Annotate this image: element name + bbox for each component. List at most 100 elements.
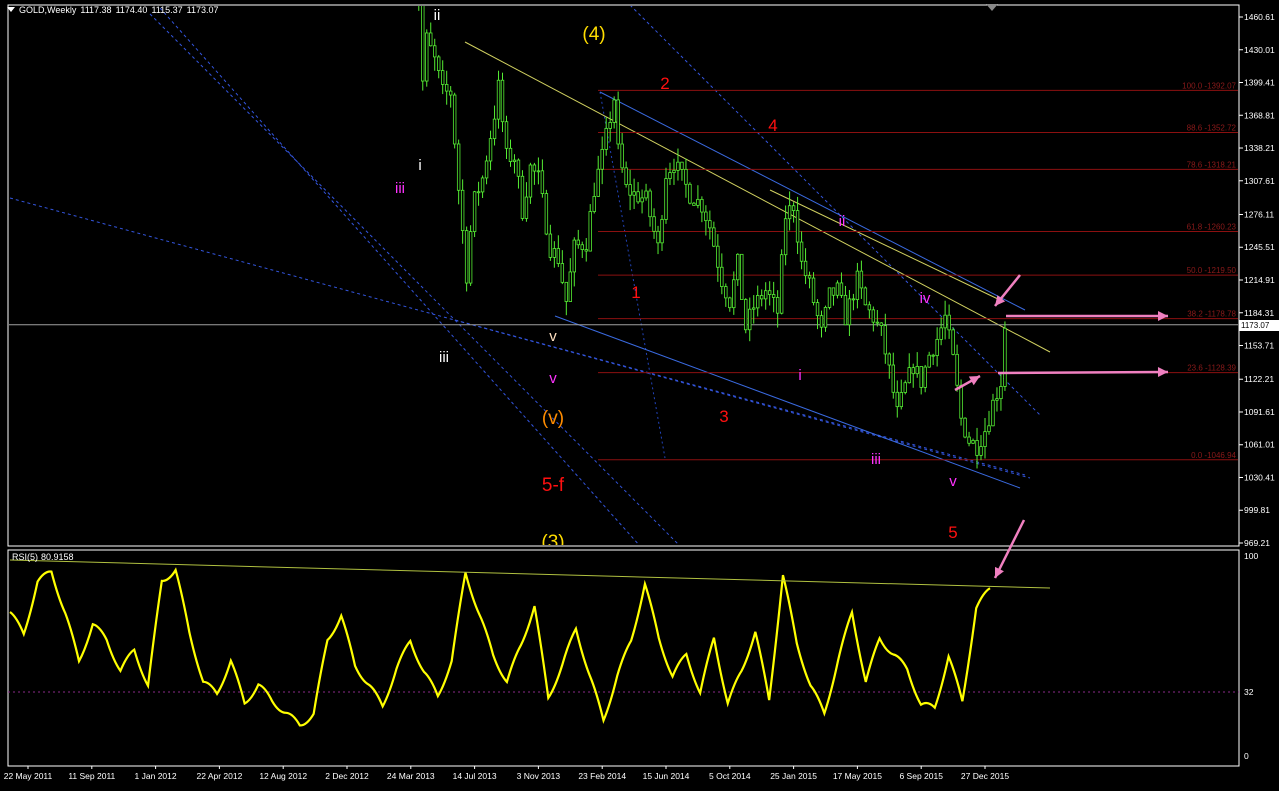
candle [720, 253, 724, 295]
candle [584, 238, 588, 262]
candle-body [740, 253, 744, 300]
price-tick-label: 1030.41 [1244, 472, 1275, 482]
candle [456, 139, 461, 205]
candle-body [943, 314, 947, 329]
candle-body [855, 270, 860, 300]
wave-label: (v) [542, 408, 564, 429]
dropdown-triangle-icon[interactable] [7, 7, 15, 12]
high-value: 1174.40 [115, 5, 148, 15]
candle-body [632, 191, 636, 196]
candle-body [799, 241, 804, 262]
candle-body [863, 287, 868, 306]
fib-level-label: 23.6 -1128.39 [1187, 364, 1236, 373]
candle-body [947, 314, 951, 331]
wave-label: i [798, 367, 801, 384]
trendline [599, 91, 1026, 311]
wave-label: iii [439, 349, 449, 366]
candle [823, 305, 828, 332]
candle-body [975, 440, 979, 456]
candle [931, 353, 935, 366]
candle [572, 237, 576, 287]
candle-body [963, 417, 967, 438]
candle-body [437, 56, 441, 72]
wave-label: 1 [631, 283, 640, 302]
candle-body [688, 183, 692, 204]
candle [756, 285, 760, 317]
arrow-head [1157, 367, 1168, 378]
candle [512, 154, 517, 174]
candle-body [548, 233, 553, 258]
candle [867, 301, 872, 319]
candle-body [951, 329, 955, 355]
candle [520, 170, 525, 221]
price-tick-label: 1122.21 [1244, 374, 1274, 384]
price-tick-label: 969.21 [1244, 538, 1270, 548]
time-tick-label: 6 Sep 2015 [899, 771, 943, 781]
price-tick-label: 1091.61 [1244, 407, 1275, 417]
candle [680, 161, 684, 181]
arrow-head [1158, 311, 1168, 321]
candle [843, 285, 848, 326]
candle-body [636, 191, 640, 203]
chart-root: 1460.61 1430.01 1399.41 1368.81 1338.21 1307.… [0, 0, 1279, 786]
candle-body [795, 210, 800, 243]
rsi-series-line [9, 567, 991, 727]
candle [819, 310, 824, 338]
candle-body [592, 196, 596, 212]
candle [799, 231, 804, 270]
candle-body [556, 248, 561, 264]
candle-body [839, 282, 844, 296]
wave-label: iii [395, 180, 405, 197]
candle-body [464, 230, 469, 284]
open-value: 1117.38 [80, 5, 112, 15]
candle-body [516, 159, 521, 177]
candle-body [624, 167, 628, 185]
current-price-badge: 1173.07 [1239, 320, 1279, 331]
candle-body [552, 248, 557, 258]
candle [955, 344, 959, 392]
rsi-tick-label: 0 [1244, 751, 1249, 761]
wave-label: iii [871, 451, 881, 468]
time-tick-label: 2 Dec 2012 [325, 771, 369, 781]
fib-level-label: 88.6 -1352.72 [1187, 123, 1237, 132]
candle [616, 91, 620, 150]
candle-body [967, 436, 971, 444]
candle-body [851, 298, 856, 301]
candle-body [608, 122, 612, 129]
candle-body [656, 230, 660, 244]
candle-body [935, 338, 939, 356]
candle-body [484, 160, 489, 179]
candle-body [771, 294, 776, 298]
candle [771, 281, 776, 313]
candle [612, 96, 616, 129]
candle-body [803, 260, 808, 277]
candle [971, 438, 975, 445]
candle-body [528, 164, 533, 198]
candle [660, 214, 664, 251]
candle [580, 241, 584, 259]
candle-body [779, 254, 784, 314]
chart-header[interactable]: GOLD,Weekly 1117.38 1174.40 1115.37 1173.07 [7, 4, 223, 17]
candle-body [704, 211, 708, 222]
candle-body [991, 399, 995, 427]
candle-body [532, 164, 537, 172]
price-tick-label: 1399.41 [1244, 78, 1275, 88]
candle [540, 159, 545, 198]
time-tick-label: 22 Apr 2012 [196, 771, 242, 781]
candle [640, 189, 644, 214]
time-tick-label: 25 Jan 2015 [770, 771, 817, 781]
wave-label: iv [920, 290, 931, 307]
wave-label: 5-f [542, 475, 565, 496]
chart-shift-marker-icon[interactable] [986, 4, 998, 11]
low-value: 1115.37 [151, 5, 183, 15]
candle [935, 327, 939, 367]
fib-level-label: 100.0 -1392.07 [1182, 81, 1236, 90]
chart-svg: 1460.61 1430.01 1399.41 1368.81 1338.21 1307.… [4, 4, 1275, 781]
candle-body [544, 193, 549, 235]
candle-body [584, 249, 588, 252]
candle-body [831, 287, 836, 296]
wave-label: ii [839, 213, 846, 230]
candle-body [760, 295, 764, 300]
rsi-trendline [9, 559, 1051, 589]
candle [620, 132, 624, 173]
